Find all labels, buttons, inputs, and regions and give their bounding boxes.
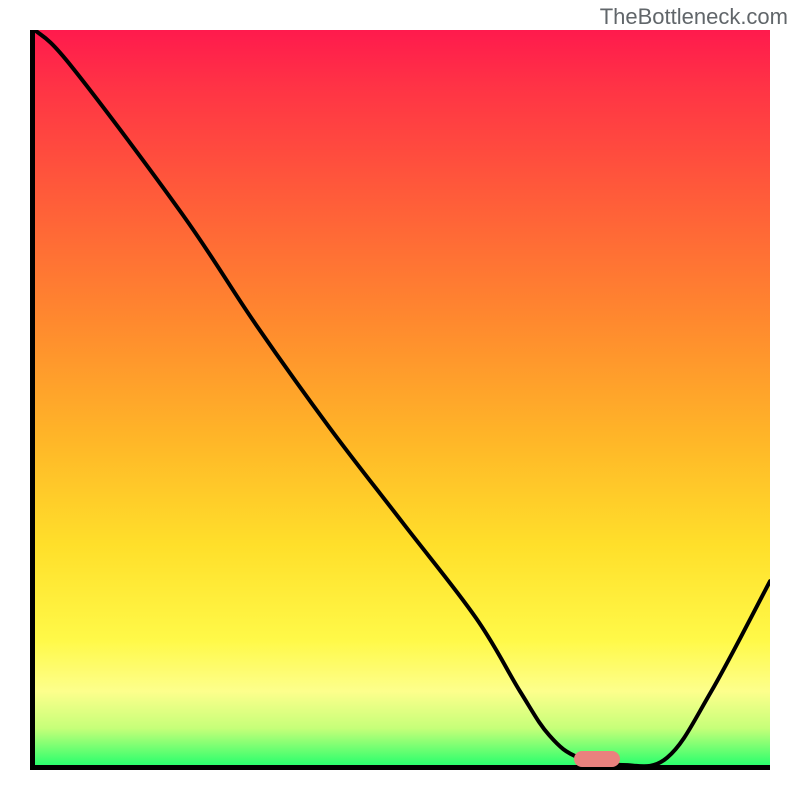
chart-curve	[35, 30, 770, 765]
watermark-text: TheBottleneck.com	[600, 4, 788, 30]
optimum-marker	[574, 751, 620, 767]
chart-plot-area	[30, 30, 770, 770]
